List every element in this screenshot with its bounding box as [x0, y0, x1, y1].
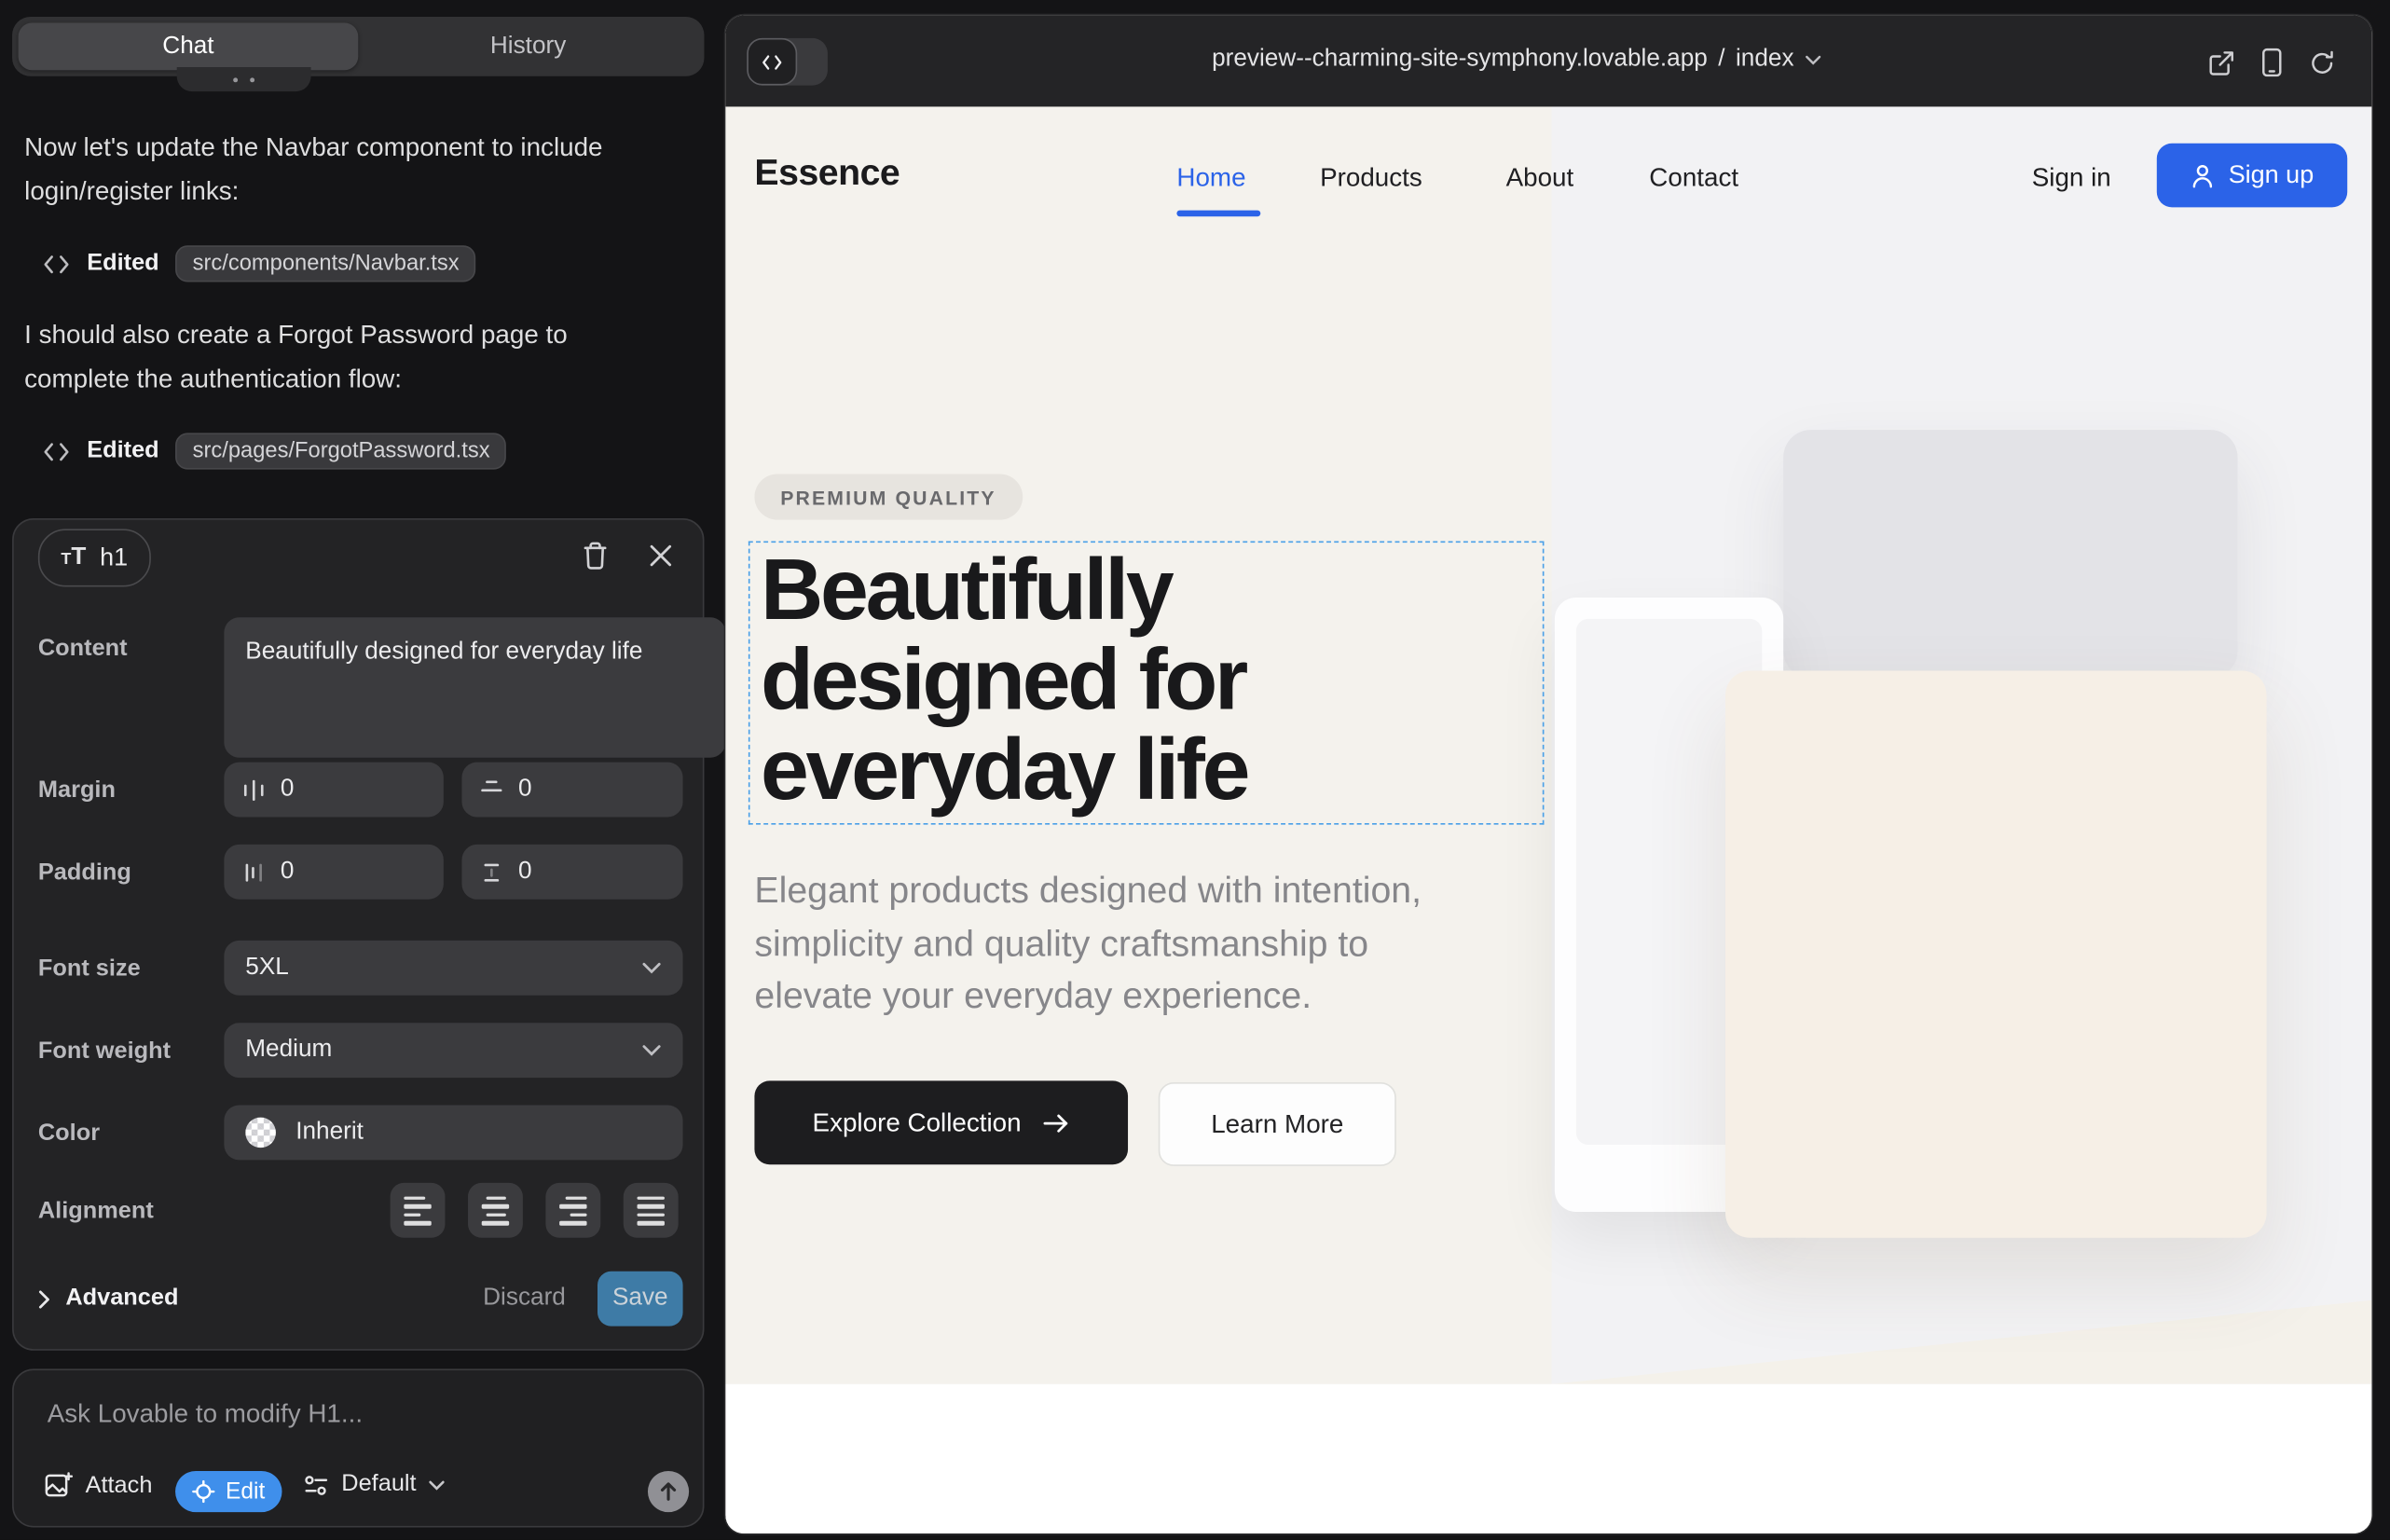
delete-element-button[interactable]	[574, 535, 614, 575]
url-bar[interactable]: preview--charming-site-symphony.lovable.…	[1212, 46, 1821, 73]
align-justify-button[interactable]	[624, 1183, 679, 1238]
arrow-up-icon	[660, 1481, 677, 1501]
tab-chat[interactable]: Chat	[19, 23, 359, 71]
assistant-message: Now let's update the Navbar component to…	[24, 127, 670, 213]
font-size-label: Font size	[38, 956, 141, 983]
user-icon	[2191, 162, 2215, 188]
edited-label: Edited	[87, 250, 158, 277]
section-below-hero	[725, 1384, 2371, 1533]
chat-composer: Attach Edit Default	[12, 1368, 704, 1527]
site-logo[interactable]: Essence	[754, 153, 900, 196]
margin-vertical-icon	[480, 778, 503, 802]
padding-label: Padding	[38, 859, 131, 887]
edited-file-row: Edited src/pages/ForgotPassword.tsx	[43, 432, 507, 472]
lovable-workspace: Chat History Now let's update the Navbar…	[0, 0, 2390, 1540]
margin-label: Margin	[38, 777, 116, 804]
sign-up-button[interactable]: Sign up	[2157, 144, 2347, 208]
element-tag-label: h1	[100, 543, 128, 572]
font-weight-label: Font weight	[38, 1038, 171, 1066]
padding-horizontal-icon	[242, 860, 266, 884]
site-viewport: Essence Home Products About Contact Sign…	[725, 106, 2371, 1533]
save-button[interactable]: Save	[598, 1272, 683, 1327]
align-center-icon	[482, 1196, 509, 1225]
nav-link-contact[interactable]: Contact	[1649, 163, 1738, 194]
color-label: Color	[38, 1121, 100, 1148]
nav-link-products[interactable]: Products	[1320, 163, 1422, 194]
code-icon	[43, 437, 70, 464]
alignment-label: Alignment	[38, 1198, 154, 1225]
assistant-message: I should also create a Forgot Password p…	[24, 314, 670, 401]
content-label: Content	[38, 636, 128, 663]
margin-horizontal-icon	[242, 778, 266, 802]
hero-heading[interactable]: Beautifully designed for everyday life	[761, 545, 1247, 815]
active-nav-underline	[1176, 211, 1260, 216]
code-icon[interactable]	[747, 38, 797, 86]
edited-file-row: Edited src/components/Navbar.tsx	[43, 244, 476, 284]
content-input[interactable]: Beautifully designed for everyday life	[224, 617, 725, 757]
url-separator: /	[1718, 46, 1724, 73]
scrolled-chip	[177, 67, 311, 91]
font-size-select[interactable]: 5XL	[224, 941, 682, 996]
padding-x-input[interactable]: 0	[224, 845, 443, 900]
open-in-new-icon[interactable]	[2207, 48, 2236, 77]
font-weight-select[interactable]: Medium	[224, 1023, 682, 1078]
chat-panel: Chat History Now let's update the Navbar…	[0, 0, 725, 1540]
chevron-down-icon	[641, 962, 661, 974]
chevron-right-icon	[38, 1289, 50, 1309]
explore-collection-button[interactable]: Explore Collection	[754, 1080, 1128, 1164]
decor-card-beige	[1725, 670, 2266, 1237]
sign-in-link[interactable]: Sign in	[2032, 163, 2111, 194]
arrow-right-icon	[1042, 1112, 1069, 1134]
padding-vertical-icon	[480, 860, 503, 884]
padding-y-input[interactable]: 0	[461, 845, 682, 900]
hero-badge: PREMIUM QUALITY	[754, 474, 1022, 520]
browser-toolbar: preview--charming-site-symphony.lovable.…	[725, 15, 2371, 106]
code-icon	[43, 250, 70, 277]
code-preview-toggle[interactable]	[747, 38, 828, 86]
advanced-toggle[interactable]: Advanced	[38, 1272, 179, 1327]
nav-link-about[interactable]: About	[1506, 163, 1574, 194]
refresh-icon[interactable]	[2308, 48, 2337, 77]
edited-file-chip[interactable]: src/pages/ForgotPassword.tsx	[176, 433, 507, 469]
url-host: preview--charming-site-symphony.lovable.…	[1212, 46, 1708, 73]
edited-label: Edited	[87, 437, 158, 464]
chevron-down-icon	[429, 1479, 446, 1490]
align-justify-icon	[638, 1196, 665, 1225]
preview-browser: preview--charming-site-symphony.lovable.…	[725, 15, 2371, 1533]
smartphone-icon[interactable]	[2260, 48, 2284, 78]
decor-card-gray	[1783, 430, 2237, 679]
chevron-down-icon	[1805, 54, 1821, 64]
margin-x-input[interactable]: 0	[224, 763, 443, 818]
composer-input[interactable]	[44, 1397, 660, 1431]
align-left-button[interactable]	[391, 1183, 446, 1238]
selected-element-tag: TT h1	[38, 529, 151, 586]
discard-button[interactable]: Discard	[471, 1272, 577, 1327]
close-editor-button[interactable]	[640, 535, 680, 575]
hero-description: Elegant products designed with intention…	[754, 866, 1422, 1024]
edited-file-chip[interactable]: src/components/Navbar.tsx	[176, 245, 476, 282]
mode-select[interactable]: Default	[303, 1471, 445, 1498]
text-size-icon: TT	[61, 544, 86, 571]
align-right-icon	[559, 1196, 586, 1225]
image-plus-icon	[44, 1471, 73, 1500]
send-button[interactable]	[648, 1471, 689, 1512]
tab-history[interactable]: History	[358, 23, 698, 71]
sliders-icon	[303, 1473, 329, 1496]
transparency-swatch-icon	[245, 1118, 276, 1148]
chevron-down-icon	[641, 1044, 661, 1056]
attach-button[interactable]: Attach	[44, 1471, 152, 1500]
edit-mode-button[interactable]: Edit	[175, 1471, 282, 1512]
color-select[interactable]: Inherit	[224, 1106, 682, 1161]
align-left-icon	[404, 1196, 431, 1225]
margin-y-input[interactable]: 0	[461, 763, 682, 818]
url-page: index	[1736, 46, 1794, 73]
align-center-button[interactable]	[468, 1183, 523, 1238]
learn-more-button[interactable]: Learn More	[1159, 1082, 1396, 1166]
nav-link-home[interactable]: Home	[1176, 163, 1245, 194]
target-icon	[192, 1480, 215, 1504]
chat-history-tabbar: Chat History	[12, 17, 704, 76]
element-editor-panel: TT h1 Content Beautifully designed for e…	[12, 518, 704, 1351]
align-right-button[interactable]	[545, 1183, 600, 1238]
